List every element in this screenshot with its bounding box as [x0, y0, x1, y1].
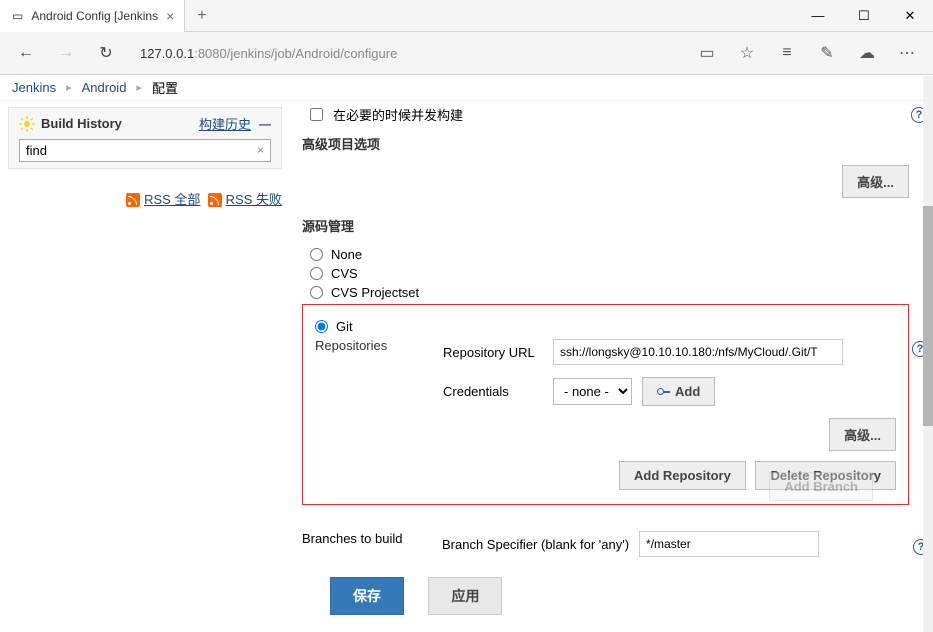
rss-all-link[interactable]: RSS 全部: [144, 192, 200, 207]
rss-icon: [126, 193, 140, 207]
tab-bar: ▭ Android Config [Jenkins × + — ☐ ✕: [0, 0, 933, 32]
apply-button[interactable]: 应用: [428, 577, 502, 615]
add-branch-button[interactable]: Add Branch: [769, 472, 873, 501]
share-icon[interactable]: ☁: [849, 35, 885, 71]
scm-cvs-projectset-radio[interactable]: [310, 286, 323, 299]
concurrent-build-label: 在必要的时候并发构建: [333, 105, 463, 124]
trend-link[interactable]: —: [259, 117, 271, 131]
clear-search-icon[interactable]: ×: [257, 143, 264, 157]
advanced-project-button[interactable]: 高级...: [842, 165, 909, 198]
concurrent-build-checkbox[interactable]: [310, 108, 323, 121]
scrollbar[interactable]: [923, 76, 933, 632]
browser-chrome: ▭ Android Config [Jenkins × + — ☐ ✕ ← → …: [0, 0, 933, 75]
scm-none-radio[interactable]: [310, 248, 323, 261]
repository-url-input[interactable]: [553, 339, 843, 365]
more-icon[interactable]: ⋯: [889, 35, 925, 71]
tab-title: Android Config [Jenkins: [31, 9, 158, 23]
branch-specifier-label: Branch Specifier (blank for 'any'): [442, 537, 629, 552]
repo-advanced-button[interactable]: 高级...: [829, 418, 896, 451]
scm-cvs-radio[interactable]: [310, 267, 323, 280]
rss-links: RSS 全部 RSS 失败: [8, 189, 282, 208]
add-credentials-button[interactable]: Add: [642, 377, 715, 406]
breadcrumb-configure: 配置: [152, 78, 178, 97]
hub-icon[interactable]: ≡: [769, 35, 805, 71]
favorite-icon[interactable]: ☆: [729, 35, 765, 71]
build-history-title: Build History: [41, 116, 193, 131]
credentials-select[interactable]: - none -: [553, 378, 632, 405]
breadcrumb-jenkins[interactable]: Jenkins: [12, 80, 56, 95]
breadcrumb: Jenkins ▸ Android ▸ 配置: [0, 75, 933, 101]
rss-fail-link[interactable]: RSS 失败: [226, 192, 282, 207]
scroll-thumb[interactable]: [923, 206, 933, 426]
scm-cvs-projectset-label: CVS Projectset: [331, 285, 419, 300]
reading-view-icon[interactable]: ▭: [689, 35, 725, 71]
build-history-panel: Build History 构建历史 — ×: [8, 107, 282, 169]
main-panel: ? 在必要的时候并发构建 高级项目选项 高级... 源码管理 None CVS …: [290, 101, 933, 557]
breadcrumb-sep: ▸: [136, 81, 142, 94]
section-scm-title: 源码管理: [302, 216, 909, 235]
scm-git-label: Git: [336, 319, 353, 334]
sun-icon: [19, 116, 35, 132]
new-tab-button[interactable]: +: [185, 7, 218, 25]
breadcrumb-android[interactable]: Android: [82, 80, 127, 95]
sidebar: Build History 构建历史 — × RSS 全部 RSS 失败: [0, 101, 290, 557]
key-icon: [657, 387, 671, 396]
maximize-button[interactable]: ☐: [841, 0, 887, 32]
repositories-label: Repositories: [315, 338, 423, 353]
back-button[interactable]: ←: [8, 35, 44, 71]
close-window-button[interactable]: ✕: [887, 0, 933, 32]
search-input[interactable]: [26, 143, 250, 158]
rss-icon: [208, 193, 222, 207]
forward-button[interactable]: →: [48, 35, 84, 71]
repository-url-label: Repository URL: [443, 345, 543, 360]
close-tab-icon[interactable]: ×: [166, 8, 174, 24]
scm-git-radio[interactable]: [315, 320, 328, 333]
tab-favicon: ▭: [12, 9, 23, 23]
credentials-label: Credentials: [443, 384, 543, 399]
footer-actions: 保存 应用: [0, 567, 933, 631]
branches-label: Branches to build: [302, 531, 402, 546]
browser-tab[interactable]: ▭ Android Config [Jenkins ×: [0, 0, 185, 32]
breadcrumb-sep: ▸: [66, 81, 72, 94]
branches-section: ? Branches to build Branch Specifier (bl…: [302, 531, 909, 557]
page-content: Jenkins ▸ Android ▸ 配置 Build History 构建历…: [0, 75, 933, 631]
branch-specifier-input[interactable]: [639, 531, 819, 557]
scm-options: None CVS CVS Projectset: [310, 247, 909, 300]
scm-none-label: None: [331, 247, 362, 262]
refresh-button[interactable]: ↻: [88, 35, 124, 71]
save-button[interactable]: 保存: [330, 577, 404, 615]
scm-cvs-label: CVS: [331, 266, 358, 281]
add-credentials-label: Add: [675, 384, 700, 399]
build-history-link[interactable]: 构建历史: [199, 114, 251, 133]
build-history-search[interactable]: ×: [19, 139, 271, 162]
url-host: 127.0.0.1: [140, 46, 194, 61]
url-bar[interactable]: 127.0.0.1:8080/jenkins/job/Android/confi…: [140, 46, 673, 61]
section-advanced-project: 高级项目选项: [302, 134, 909, 153]
minimize-button[interactable]: —: [795, 0, 841, 32]
notes-icon[interactable]: ✎: [809, 35, 845, 71]
browser-toolbar: ← → ↻ 127.0.0.1:8080/jenkins/job/Android…: [0, 32, 933, 74]
url-path: :8080/jenkins/job/Android/configure: [194, 46, 397, 61]
add-repository-button[interactable]: Add Repository: [619, 461, 746, 490]
window-controls: — ☐ ✕: [795, 0, 933, 32]
